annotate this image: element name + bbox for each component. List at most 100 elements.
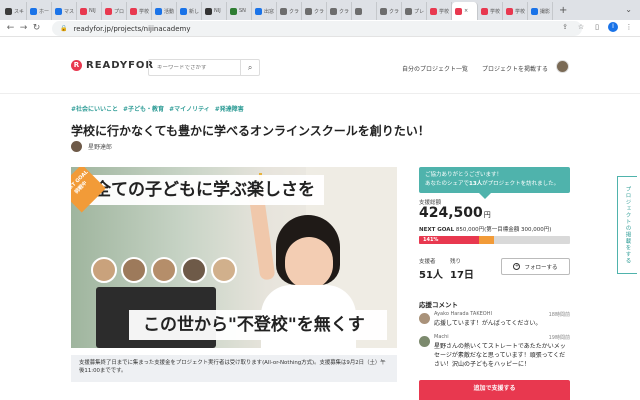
search-box: ⌕ bbox=[148, 59, 260, 76]
search-icon[interactable]: ⌕ bbox=[240, 60, 259, 75]
follow-button[interactable]: + フォローする bbox=[501, 258, 570, 275]
tab-favicon-icon bbox=[355, 7, 362, 15]
kid-photo bbox=[181, 257, 207, 283]
hero-image: 全ての子どもに学ぶ楽しさを この世から"不登校"を無くす NEXT GOAL 挑… bbox=[71, 167, 397, 348]
tab-favicon-icon bbox=[430, 7, 437, 15]
browser-tab-active[interactable]: × bbox=[452, 2, 478, 20]
browser-tab[interactable]: NIJ bbox=[77, 2, 102, 20]
browser-tab[interactable]: クラ bbox=[327, 2, 352, 20]
bookmark-star-icon[interactable]: ☆ bbox=[576, 22, 586, 32]
tab-favicon-icon bbox=[455, 7, 462, 15]
browser-tab[interactable]: クラ bbox=[302, 2, 327, 20]
plus-circle-icon: + bbox=[513, 263, 521, 270]
tab-favicon-icon bbox=[405, 7, 412, 15]
tab-label: 学校 bbox=[439, 8, 450, 15]
tab-label: ホー bbox=[39, 8, 50, 15]
kids-avatars bbox=[91, 257, 237, 283]
browser-tab[interactable]: 学校 bbox=[503, 2, 528, 20]
browser-tab[interactable]: プロ bbox=[102, 2, 127, 20]
browser-tab[interactable]: プレ bbox=[402, 2, 427, 20]
share-icon[interactable]: ⇪ bbox=[560, 22, 570, 32]
tag-link[interactable]: #子ども・教育 bbox=[123, 104, 164, 113]
progress-fill-next bbox=[479, 236, 495, 244]
tab-favicon-icon bbox=[330, 7, 337, 15]
tab-search-icon[interactable]: ⌄ bbox=[625, 5, 632, 14]
tag-link[interactable]: #社会にいいこと bbox=[71, 104, 118, 113]
browser-tab[interactable]: 撮影 bbox=[528, 2, 553, 20]
tab-favicon-icon bbox=[531, 7, 538, 15]
share-thanks-banner: ご協力ありがとうございます！ あなたのシェアで13人がプロジェクトを訪れました。 bbox=[419, 167, 570, 199]
profile-avatar[interactable]: I bbox=[608, 22, 618, 32]
remaining-days: 17日 bbox=[450, 270, 474, 281]
reload-icon[interactable]: ↻ bbox=[30, 23, 43, 33]
search-input[interactable] bbox=[149, 64, 241, 71]
browser-tab[interactable]: クラ bbox=[377, 2, 402, 20]
browser-tab[interactable]: スキ bbox=[2, 2, 27, 20]
browser-tab-strip: スキ ホー マス NIJ プロ 学校 活動 新し NIJ SN 出窓 クラ クラ クラ クラ プレ 学校 × 学校 学… bbox=[0, 0, 640, 20]
browser-tab[interactable]: 活動 bbox=[152, 2, 177, 20]
browser-tab[interactable]: マス bbox=[52, 2, 77, 20]
tab-label: NIJ bbox=[214, 8, 221, 14]
tab-favicon-icon bbox=[55, 7, 62, 15]
tab-favicon-icon bbox=[205, 7, 212, 15]
tab-favicon-icon bbox=[481, 7, 488, 15]
back-icon[interactable]: ← bbox=[4, 23, 17, 33]
tag-link[interactable]: #マイノリティ bbox=[169, 104, 210, 113]
comment-time: 19時間前 bbox=[548, 335, 570, 341]
address-bar[interactable]: 🔒 readyfor.jp/projects/nijinacademy bbox=[52, 21, 582, 36]
remaining-label: 残り bbox=[450, 259, 462, 265]
tab-label: 新し bbox=[189, 8, 200, 15]
tab-label: クラ bbox=[389, 8, 400, 15]
amount-total: 424,500 円 bbox=[419, 205, 491, 221]
user-avatar[interactable] bbox=[556, 60, 569, 73]
new-tab-icon[interactable]: + bbox=[553, 2, 573, 20]
browser-tab[interactable]: 新し bbox=[177, 2, 202, 20]
forward-icon[interactable]: → bbox=[17, 23, 30, 33]
amount-value: 424,500 bbox=[419, 205, 483, 221]
project-title: 学校に行かなくても豊かに学べるオンラインスクールを創りたい！ bbox=[71, 124, 430, 138]
tab-favicon-icon bbox=[255, 7, 262, 15]
comment-text: 星野さんの熱いくてストレートであたたかいメッセージが素敵だなと思っています！頑張… bbox=[434, 343, 566, 368]
browser-tab[interactable]: 学校 bbox=[427, 2, 452, 20]
tab-label: クラ bbox=[314, 8, 325, 15]
browser-tab[interactable]: NIJ bbox=[202, 2, 227, 20]
browser-tab[interactable] bbox=[352, 2, 377, 20]
tab-favicon-icon bbox=[80, 7, 87, 15]
supporters-count: 51人 bbox=[419, 270, 443, 281]
menu-kebab-icon[interactable]: ⋮ bbox=[624, 22, 634, 32]
comment-text: 応援しています！がんばってください。 bbox=[434, 320, 542, 327]
browser-tab[interactable]: ホー bbox=[27, 2, 52, 20]
hero-headline-bottom: この世から"不登校"を無くす bbox=[129, 310, 387, 340]
tag-link[interactable]: #発達障害 bbox=[215, 104, 244, 113]
post-project-link[interactable]: プロジェクトを掲載する bbox=[482, 64, 548, 73]
browser-tab[interactable]: 学校 bbox=[478, 2, 503, 20]
post-project-side-tab[interactable]: プロジェクトの掲載をする bbox=[617, 176, 637, 274]
funding-notice: 支援募集終了日までに集まった支援金をプロジェクト実行者は受け取ります(All-o… bbox=[71, 355, 397, 382]
girl-face bbox=[285, 237, 333, 289]
progress-bar: 141% bbox=[419, 236, 570, 244]
project-owner[interactable]: 星野達郎 bbox=[71, 141, 112, 152]
close-tab-icon[interactable]: × bbox=[464, 8, 468, 14]
tab-label: マス bbox=[64, 8, 75, 15]
comment-item: Machi 19時間前 星野さんの熱いくてストレートであたたかいメッセージが素敵… bbox=[419, 334, 570, 378]
owner-name: 星野達郎 bbox=[88, 144, 113, 151]
browser-tab[interactable]: 出窓 bbox=[252, 2, 277, 20]
tab-label: SN bbox=[239, 8, 246, 14]
side-tab-label: プロジェクトの掲載をする bbox=[624, 186, 631, 264]
kid-photo bbox=[121, 257, 147, 283]
my-projects-link[interactable]: 自分のプロジェクト一覧 bbox=[402, 64, 468, 73]
sidebar-icon[interactable]: ▯ bbox=[592, 22, 602, 32]
browser-tab[interactable]: 学校 bbox=[127, 2, 152, 20]
owner-avatar bbox=[71, 141, 82, 152]
support-button[interactable]: 追加で支援する bbox=[419, 380, 570, 400]
lock-icon: 🔒 bbox=[60, 25, 68, 32]
tab-label: スキ bbox=[14, 8, 25, 15]
tab-favicon-icon bbox=[105, 7, 112, 15]
tab-favicon-icon bbox=[155, 7, 162, 15]
commenter-name: Ayako Harada TAKEOHI bbox=[434, 311, 492, 317]
thanks-line1: ご協力ありがとうございます！ bbox=[425, 172, 503, 178]
browser-tab[interactable]: クラ bbox=[277, 2, 302, 20]
site-logo[interactable]: R READYFOR bbox=[71, 60, 154, 71]
tab-label: プロ bbox=[114, 8, 125, 15]
browser-tab[interactable]: SN bbox=[227, 2, 252, 20]
